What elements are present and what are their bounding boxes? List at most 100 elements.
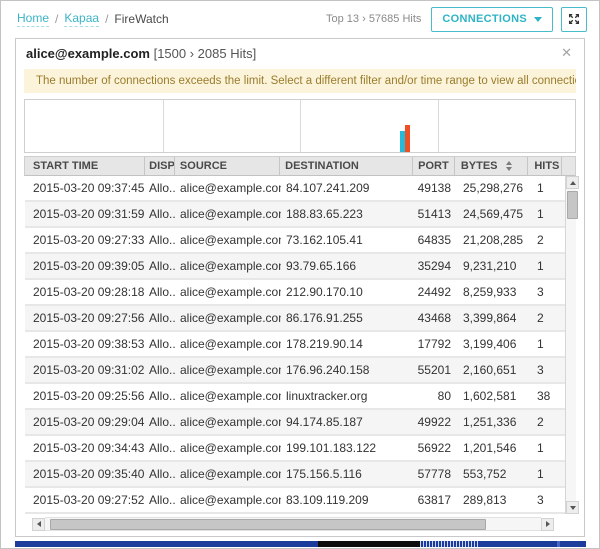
connections-dropdown-label: CONNECTIONS xyxy=(442,13,527,25)
table-body: 2015-03-20 09:37:45Allo...alice@example.… xyxy=(25,176,565,514)
cell-source: alice@example.com xyxy=(175,436,281,460)
cell-bytes: 24,569,475 xyxy=(457,202,531,226)
cell-bytes: 553,752 xyxy=(457,462,531,486)
cell-source: alice@example.com xyxy=(175,280,281,304)
cell-destination: linuxtracker.org xyxy=(281,384,415,408)
panel-header: alice@example.com [1500 › 2085 Hits] ✕ xyxy=(16,39,584,65)
cell-bytes: 9,231,210 xyxy=(457,254,531,278)
column-header-port[interactable]: PORT xyxy=(412,157,454,175)
window-edge-segment xyxy=(480,541,557,547)
cell-disposition: Allo... xyxy=(145,384,175,408)
breadcrumb: Home / Kapaa / FireWatch xyxy=(17,11,169,27)
cell-disposition: Allo... xyxy=(145,332,175,356)
column-header-start-time[interactable]: START TIME xyxy=(25,157,144,175)
warning-banner: The number of connections exceeds the li… xyxy=(24,69,576,93)
column-header-source[interactable]: SOURCE xyxy=(174,157,279,175)
cell-start-time: 2015-03-20 09:38:53 xyxy=(25,332,145,356)
table-row[interactable]: 2015-03-20 09:25:56Allo...alice@example.… xyxy=(25,384,565,410)
breadcrumb-home[interactable]: Home xyxy=(17,11,49,27)
cell-source: alice@example.com xyxy=(175,254,281,278)
vertical-scroll-thumb[interactable] xyxy=(567,191,578,219)
cell-port: 63817 xyxy=(415,488,457,512)
expand-button[interactable] xyxy=(561,7,587,32)
app-window: Home / Kapaa / FireWatch Top 13 › 57685 … xyxy=(0,0,600,549)
panel-title: alice@example.com [1500 › 2085 Hits] xyxy=(26,46,256,61)
scroll-right-button[interactable] xyxy=(541,518,554,531)
cell-hits: 3 xyxy=(531,358,565,382)
table-row[interactable]: 2015-03-20 09:35:40Allo...alice@example.… xyxy=(25,462,565,488)
cell-start-time: 2015-03-20 09:29:04 xyxy=(25,410,145,434)
cell-port: 64835 xyxy=(415,228,457,252)
table-row[interactable]: 2015-03-20 09:31:02Allo...alice@example.… xyxy=(25,358,565,384)
cell-destination: 83.109.119.209 xyxy=(281,488,415,512)
cell-bytes: 289,813 xyxy=(457,488,531,512)
chart-bar xyxy=(405,125,410,152)
cell-destination: 94.174.85.187 xyxy=(281,410,415,434)
cell-destination: 84.107.241.209 xyxy=(281,176,415,200)
cell-hits: 3 xyxy=(531,488,565,512)
window-edge-segment xyxy=(15,541,318,547)
table-row[interactable]: 2015-03-20 09:31:59Allo...alice@example.… xyxy=(25,202,565,228)
timeline-chart[interactable] xyxy=(24,99,576,153)
horizontal-scroll-thumb[interactable] xyxy=(50,519,486,530)
cell-start-time: 2015-03-20 09:39:05 xyxy=(25,254,145,278)
table-row[interactable]: 2015-03-20 09:38:53Allo...alice@example.… xyxy=(25,332,565,358)
close-icon[interactable]: ✕ xyxy=(559,45,574,61)
scroll-up-button[interactable] xyxy=(566,176,579,189)
cell-port: 80 xyxy=(415,384,457,408)
cell-hits: 3 xyxy=(531,280,565,304)
breadcrumb-kapaa[interactable]: Kapaa xyxy=(64,11,99,27)
background-window-edge xyxy=(15,541,586,547)
table-row[interactable]: 2015-03-20 09:37:45Allo...alice@example.… xyxy=(25,176,565,202)
triangle-up-icon xyxy=(570,181,576,185)
column-header-hits[interactable]: HITS xyxy=(527,157,561,175)
table-row[interactable]: 2015-03-20 09:28:18Allo...alice@example.… xyxy=(25,280,565,306)
table-row[interactable]: 2015-03-20 09:39:05Allo...alice@example.… xyxy=(25,254,565,280)
cell-bytes: 8,259,933 xyxy=(457,280,531,304)
table-row[interactable]: 2015-03-20 09:29:04Allo...alice@example.… xyxy=(25,410,565,436)
cell-source: alice@example.com xyxy=(175,176,281,200)
cell-disposition: Allo... xyxy=(145,436,175,460)
connections-dropdown-button[interactable]: CONNECTIONS xyxy=(431,7,553,32)
horizontal-scrollbar[interactable] xyxy=(32,517,554,531)
table-row[interactable]: 2015-03-20 09:27:56Allo...alice@example.… xyxy=(25,306,565,332)
cell-disposition: Allo... xyxy=(145,462,175,486)
cell-destination: 93.79.65.166 xyxy=(281,254,415,278)
cell-start-time: 2015-03-20 09:28:18 xyxy=(25,280,145,304)
cell-start-time: 2015-03-20 09:37:45 xyxy=(25,176,145,200)
scroll-left-button[interactable] xyxy=(32,518,45,531)
breadcrumb-separator: / xyxy=(55,12,58,26)
scroll-down-button[interactable] xyxy=(566,501,579,514)
expand-icon xyxy=(567,12,581,26)
table-row[interactable]: 2015-03-20 09:27:52Allo...alice@example.… xyxy=(25,488,565,514)
vertical-scrollbar[interactable] xyxy=(565,176,576,514)
cell-destination: 188.83.65.223 xyxy=(281,202,415,226)
column-header-bytes[interactable]: BYTES xyxy=(454,157,527,175)
cell-port: 51413 xyxy=(415,202,457,226)
table-row[interactable]: 2015-03-20 09:34:43Allo...alice@example.… xyxy=(25,436,565,462)
top-bar: Home / Kapaa / FireWatch Top 13 › 57685 … xyxy=(1,1,599,37)
table-body-wrap: 2015-03-20 09:37:45Allo...alice@example.… xyxy=(24,176,576,514)
cell-port: 57778 xyxy=(415,462,457,486)
cell-hits: 1 xyxy=(531,436,565,460)
horizontal-scroll-track[interactable] xyxy=(45,517,541,531)
cell-start-time: 2015-03-20 09:27:56 xyxy=(25,306,145,330)
cell-bytes: 2,160,651 xyxy=(457,358,531,382)
cell-port: 55201 xyxy=(415,358,457,382)
cell-destination: 212.90.170.10 xyxy=(281,280,415,304)
cell-source: alice@example.com xyxy=(175,332,281,356)
window-edge-segment xyxy=(560,541,586,547)
cell-disposition: Allo... xyxy=(145,410,175,434)
cell-source: alice@example.com xyxy=(175,202,281,226)
table-row[interactable]: 2015-03-20 09:27:33Allo...alice@example.… xyxy=(25,228,565,254)
column-header-disposition[interactable]: DISPO xyxy=(144,157,174,175)
cell-destination: 86.176.91.255 xyxy=(281,306,415,330)
cell-destination: 176.96.240.158 xyxy=(281,358,415,382)
cell-port: 49138 xyxy=(415,176,457,200)
cell-disposition: Allo... xyxy=(145,358,175,382)
cell-destination: 175.156.5.116 xyxy=(281,462,415,486)
cell-bytes: 1,251,336 xyxy=(457,410,531,434)
cell-destination: 199.101.183.122 xyxy=(281,436,415,460)
column-header-destination[interactable]: DESTINATION xyxy=(279,157,412,175)
cell-bytes: 3,399,864 xyxy=(457,306,531,330)
